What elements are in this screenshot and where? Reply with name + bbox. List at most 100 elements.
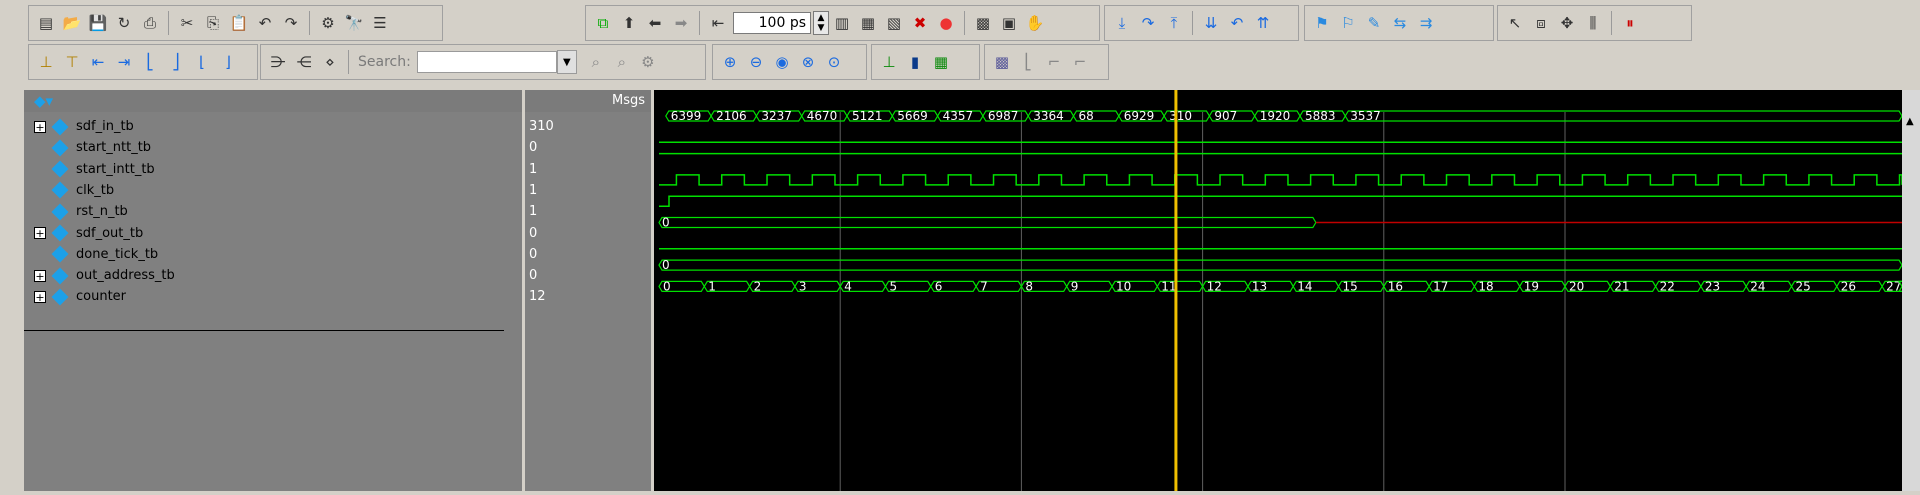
signal-name: out_address_tb (76, 268, 175, 284)
structure-icon[interactable]: ☰ (369, 12, 391, 34)
redo-icon[interactable]: ↷ (280, 12, 302, 34)
continue-icon[interactable]: ▦ (857, 12, 879, 34)
wave-insert-icon[interactable]: ⚐ (1337, 12, 1359, 34)
signal-icon (51, 267, 69, 285)
signal-row[interactable]: + out_address_tb (34, 265, 175, 286)
pan-icon[interactable]: ✥ (1556, 12, 1578, 34)
search-input[interactable] (416, 51, 557, 73)
last-edge-icon[interactable]: ⌋ (217, 51, 239, 73)
signal-row[interactable]: done_tick_tb (34, 244, 158, 265)
edit-wave-icon[interactable]: ⫼ (1582, 12, 1604, 34)
wave-event-icon[interactable]: ▦ (930, 51, 952, 73)
next-transition-icon[interactable]: ⎦ (165, 51, 187, 73)
zoom-region-icon[interactable]: ⊙ (823, 51, 845, 73)
signal-row[interactable]: start_intt_tb (34, 159, 155, 180)
up-icon[interactable]: ⬆ (618, 12, 640, 34)
bus-value-label: 11 (1161, 279, 1176, 293)
wave-add-icon[interactable]: ⚑ (1311, 12, 1333, 34)
wave-toggle-icon[interactable]: ⋄ (319, 51, 341, 73)
expand-icon[interactable]: + (34, 269, 46, 282)
step-icon[interactable]: ⤓ (1111, 12, 1133, 34)
zoom-cursor-icon[interactable]: ⊗ (797, 51, 819, 73)
expand-icon[interactable]: + (34, 227, 46, 239)
search-next-icon[interactable]: ⌕ (611, 51, 633, 73)
zoom-full-icon[interactable]: ◉ (771, 51, 793, 73)
expand-icon[interactable]: + (34, 120, 46, 133)
chart-icon[interactable]: ▩ (972, 12, 994, 34)
select-pointer-icon[interactable]: ↖ (1504, 12, 1526, 34)
bus-value-label: 6399 (671, 109, 702, 123)
restart-icon[interactable]: ⇤ (707, 12, 729, 34)
delete-cursor-icon[interactable]: ⊤ (61, 51, 83, 73)
compile-icon[interactable]: ⚙ (317, 12, 339, 34)
sim-toolbar: ⧉ ⬆ ⬅ ➡ ⇤ 100 ps ▲ ▼ ▥ ▦ ▧ ✖ ● ▩ ▣ ✋ (585, 5, 1100, 41)
step-over-icon[interactable]: ↷ (1137, 12, 1159, 34)
prev-transition-icon[interactable]: ⎣ (139, 51, 161, 73)
bus-value-label: 20 (1569, 279, 1584, 293)
run-length-spinner[interactable]: ▲ ▼ (813, 11, 829, 35)
signal-row[interactable]: start_ntt_tb (34, 137, 151, 158)
step-out-icon[interactable]: ⤒ (1163, 12, 1185, 34)
paste-icon[interactable]: 📋 (228, 12, 250, 34)
find-icon[interactable]: 🔭 (343, 12, 365, 34)
open-folder-icon[interactable]: 📂 (61, 12, 83, 34)
search-prev-icon[interactable]: ⌕ (585, 51, 607, 73)
hand-icon[interactable]: ✋ (1024, 12, 1046, 34)
step-back-icon[interactable]: ⇊ (1200, 12, 1222, 34)
step-over-back-icon[interactable]: ↶ (1226, 12, 1248, 34)
format-block-icon[interactable]: ▩ (991, 51, 1013, 73)
wave-edit-icon[interactable]: ✎ (1363, 12, 1385, 34)
zoom-out-icon[interactable]: ⊖ (745, 51, 767, 73)
wave-expand-icon[interactable]: ⋺ (267, 51, 289, 73)
format-ramp-icon[interactable]: ⌐ (1043, 51, 1065, 73)
format-hold-icon[interactable]: ⌐ (1069, 51, 1091, 73)
wave-literal-icon[interactable]: ⊥ (878, 51, 900, 73)
wave-scrollbar[interactable]: ▲ (1902, 90, 1920, 491)
cut-icon[interactable]: ✂ (176, 12, 198, 34)
bus-value-label: 17 (1433, 279, 1448, 293)
signal-row[interactable]: + counter (34, 286, 126, 307)
expand-icon[interactable]: + (34, 290, 46, 303)
stop-icon[interactable]: ● (935, 12, 957, 34)
reload-icon[interactable]: ↻ (113, 12, 135, 34)
wave-export-icon[interactable]: ⇉ (1415, 12, 1437, 34)
copy-icon[interactable]: ⎘ (202, 12, 224, 34)
separator (699, 11, 700, 35)
wave-layout-icon[interactable]: ◆▾ (34, 92, 53, 110)
forward-icon[interactable]: ➡ (670, 12, 692, 34)
traffic-light-icon[interactable]: ⏸ (1619, 12, 1641, 34)
signal-row[interactable]: + sdf_in_tb (34, 116, 134, 137)
search-options-icon[interactable]: ⚙ (637, 51, 659, 73)
undo-icon[interactable]: ↶ (254, 12, 276, 34)
zoom-box-icon[interactable]: ⧈ (1530, 12, 1552, 34)
insert-cursor-icon[interactable]: ⊥ (35, 51, 57, 73)
format-step-icon[interactable]: ⎣ (1017, 51, 1039, 73)
signal-row[interactable]: clk_tb (34, 180, 114, 201)
add-wave-icon[interactable]: ⧉ (592, 12, 614, 34)
prev-edge-icon[interactable]: ⇤ (87, 51, 109, 73)
next-edge-icon[interactable]: ⇥ (113, 51, 135, 73)
signal-row[interactable]: rst_n_tb (34, 201, 128, 222)
save-icon[interactable]: 💾 (87, 12, 109, 34)
search-dropdown[interactable]: ▼ (556, 50, 577, 74)
memory-icon[interactable]: ▣ (998, 12, 1020, 34)
back-icon[interactable]: ⬅ (644, 12, 666, 34)
bus-value-label: 24 (1750, 279, 1765, 293)
run-all-icon[interactable]: ▧ (883, 12, 905, 34)
print-icon[interactable]: ⎙ (139, 12, 161, 34)
step-out-back-icon[interactable]: ⇈ (1252, 12, 1274, 34)
run-icon[interactable]: ▥ (831, 12, 853, 34)
new-file-icon[interactable]: ▤ (35, 12, 57, 34)
waveform-pane[interactable]: 6399 2106 3237 4670 5121 5669 4357 6987 3364 68 69… (654, 90, 1920, 491)
break-icon[interactable]: ✖ (909, 12, 931, 34)
first-edge-icon[interactable]: ⌊ (191, 51, 213, 73)
zoom-in-icon[interactable]: ⊕ (719, 51, 741, 73)
value-header: Msgs (525, 90, 651, 112)
scroll-up-arrow-icon[interactable]: ▲ (1906, 116, 1914, 127)
wave-compare-icon[interactable]: ⇆ (1389, 12, 1411, 34)
wave-collapse-icon[interactable]: ⋲ (293, 51, 315, 73)
waveform-canvas[interactable]: 6399 2106 3237 4670 5121 5669 4357 6987 3364 68 69… (654, 90, 1920, 491)
wave-logic-icon[interactable]: ▮ (904, 51, 926, 73)
run-length-input[interactable]: 100 ps (733, 12, 811, 34)
signal-row[interactable]: + sdf_out_tb (34, 223, 143, 244)
